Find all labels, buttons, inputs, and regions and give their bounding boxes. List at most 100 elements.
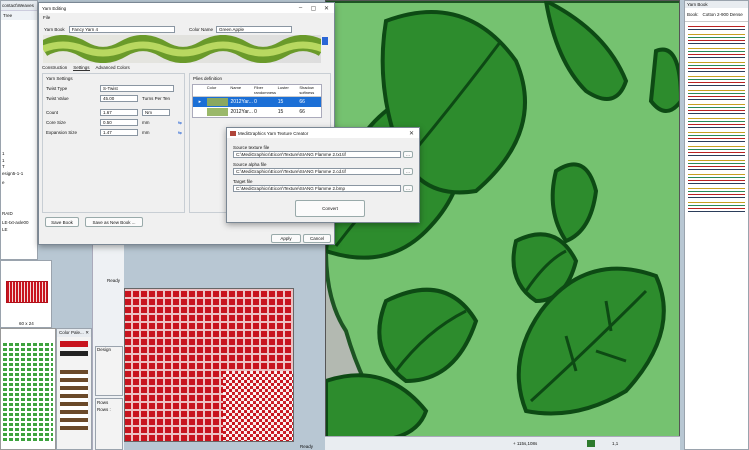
source-texture-input[interactable]: C:\MediGraphics\Eicorr\Texture\SIANG Fla… <box>233 151 401 158</box>
rows-label: Rows : <box>97 407 111 412</box>
save-as-new-book-button[interactable]: Save as New Book ... <box>85 217 143 227</box>
ply-shadow: 66 <box>299 99 305 105</box>
yarn-book-select[interactable]: Fancy Yarn 4 <box>68 26 175 33</box>
convert-button[interactable]: Convert <box>295 200 365 217</box>
core-size-input[interactable]: 0.50 <box>100 119 138 126</box>
close-icon[interactable]: ✕ <box>85 330 89 336</box>
plies-header-shadow: Shadow softness <box>299 85 315 95</box>
twist-value-input[interactable]: 45.00 <box>100 95 138 102</box>
tab-advanced-colors[interactable]: Advanced Colors <box>96 65 130 71</box>
plies-header-luster: Luster <box>277 85 289 90</box>
palette-swatch-black[interactable] <box>60 351 88 356</box>
status-swatch <box>587 440 595 447</box>
count-unit-select[interactable]: Nm <box>142 109 170 116</box>
plies-header-color: Color <box>206 85 217 90</box>
design-panel: Design <box>95 346 123 396</box>
yarn-swatch-list[interactable] <box>688 26 745 216</box>
texture-creator-title: MediGraphics Yarn Texture Creator <box>238 130 309 136</box>
link-icon[interactable]: ⇆ <box>178 120 182 126</box>
explorer-panel: contact\Weaves Tree 1 1 T esign5-1-1 e R… <box>0 0 38 260</box>
tree-tab[interactable]: Tree <box>3 13 12 18</box>
yarn-editing-title: Yarn Editing <box>42 5 67 11</box>
expansion-size-label: Expansion Size <box>46 130 78 135</box>
book-tab[interactable]: Book: <box>687 12 699 17</box>
save-book-button[interactable]: Save Book <box>45 217 79 227</box>
count-input[interactable]: 1.67 <box>100 109 138 116</box>
yarn-book-title: Yarn Book <box>685 1 748 8</box>
twist-type-label: Twist Type <box>46 86 68 91</box>
tree-list: 1 1 T esign5-1-1 e RAID LE-txt-axle00 LE <box>2 151 29 233</box>
weave-grid[interactable] <box>124 288 294 442</box>
ply-color-swatch[interactable] <box>206 108 229 116</box>
tree-item[interactable]: RAID <box>2 211 29 218</box>
coordinate-readout: + 115s,108s <box>513 441 538 446</box>
cancel-button[interactable]: Cancel <box>303 234 331 243</box>
menu-file[interactable]: File <box>39 13 334 22</box>
expansion-size-input[interactable]: 1.47 <box>100 129 138 136</box>
color-name-label: Color Name <box>189 27 214 32</box>
ply-fiber: 0 <box>254 109 257 115</box>
weave-thumbnail <box>6 281 48 303</box>
maximize-icon[interactable]: ▢ <box>309 5 318 12</box>
status-bar: + 115s,108s 1,1 <box>325 436 680 450</box>
yarn-settings-group: Yarn Settings Twist Type S-Twist Twist V… <box>42 73 185 213</box>
texture-creator-dialog: MediGraphics Yarn Texture Creator ✕ Sour… <box>226 127 420 223</box>
palette-swatch-list[interactable] <box>60 370 88 430</box>
thumbnail-panel: 60 x 24 <box>0 260 52 328</box>
ready-status: Ready <box>107 278 121 283</box>
expansion-size-unit: mm <box>142 130 150 135</box>
preview-slider[interactable] <box>322 37 328 45</box>
count-label: Count <box>46 110 59 115</box>
twist-value-label: Twist Value <box>46 96 69 101</box>
tree-item[interactable]: LE <box>2 227 29 234</box>
source-alpha-input[interactable]: C:\MediGraphics\Eicorr\Texture\SIANG Fla… <box>233 168 401 175</box>
plies-header-fiber: Fiber randomness <box>254 85 277 95</box>
plies-table: Color Name Fiber randomness Luster Shado… <box>192 84 322 118</box>
rows-panel: Rows Rows : <box>95 398 123 450</box>
book-name-tab[interactable]: Cotton 2-900 Dense <box>703 12 743 17</box>
design-panel-title: Design <box>97 347 112 352</box>
twist-unit: Turns Per Ten <box>142 96 171 101</box>
yarn-settings-title: Yarn Settings <box>46 76 73 81</box>
twist-type-select[interactable]: S-Twist <box>100 85 174 92</box>
ply-name: 2012Yar... <box>230 109 253 115</box>
browse-target-button[interactable]: ... <box>403 185 413 192</box>
close-icon[interactable]: ✕ <box>322 5 331 12</box>
table-row[interactable]: 2012Yar... 0 15 66 <box>193 107 321 117</box>
minimize-icon[interactable]: – <box>296 5 305 12</box>
close-icon[interactable]: ✕ <box>407 130 416 137</box>
rows-panel-title: Rows <box>97 400 109 405</box>
ply-fiber: 0 <box>254 99 257 105</box>
tree-item[interactable]: e <box>2 180 29 187</box>
target-file-label: Target file <box>233 179 253 184</box>
ply-luster: 15 <box>277 109 284 115</box>
color-name-select[interactable]: Green Apple <box>216 26 293 33</box>
color-palette-title: Color Pale... <box>59 330 84 335</box>
ready-status-2: Ready <box>300 444 314 449</box>
thumbnail-size: 60 x 24 <box>19 321 34 326</box>
ply-shadow: 66 <box>299 109 305 115</box>
explorer-path: contact\Weaves <box>1 1 37 10</box>
tab-settings[interactable]: Settings <box>73 65 90 71</box>
tab-construction[interactable]: Construction <box>42 65 67 71</box>
ply-name: 2012Yar... <box>230 99 253 105</box>
app-icon <box>230 130 236 136</box>
yarn-preview <box>38 35 328 63</box>
tree-item[interactable]: esign5-1-1 <box>2 171 29 178</box>
browse-texture-button[interactable]: ... <box>403 151 413 158</box>
core-size-label: Core Size <box>46 120 66 125</box>
link-icon[interactable]: ⇆ <box>178 130 182 136</box>
page-indicator: 1,1 <box>612 441 619 446</box>
tree-item[interactable]: LE-txt-axle00 <box>2 220 29 227</box>
table-row[interactable]: ▸ 2012Yar... 0 15 66 <box>193 97 321 107</box>
browse-alpha-button[interactable]: ... <box>403 168 413 175</box>
middle-side-panel: Ready Design Rows Rows : <box>92 240 124 450</box>
apply-button[interactable]: Apply <box>271 234 301 243</box>
ply-color-swatch[interactable] <box>206 98 229 106</box>
source-alpha-label: Source alpha file <box>233 162 267 167</box>
weave-preview <box>0 328 56 450</box>
yarn-book-label: Yarn Book <box>44 27 65 32</box>
palette-swatch-red[interactable] <box>60 341 88 347</box>
color-palette-panel: Color Pale... ✕ <box>56 328 92 450</box>
target-file-input[interactable]: C:\MediGraphics\Eicorr\Texture\SIANG Fla… <box>233 185 401 192</box>
